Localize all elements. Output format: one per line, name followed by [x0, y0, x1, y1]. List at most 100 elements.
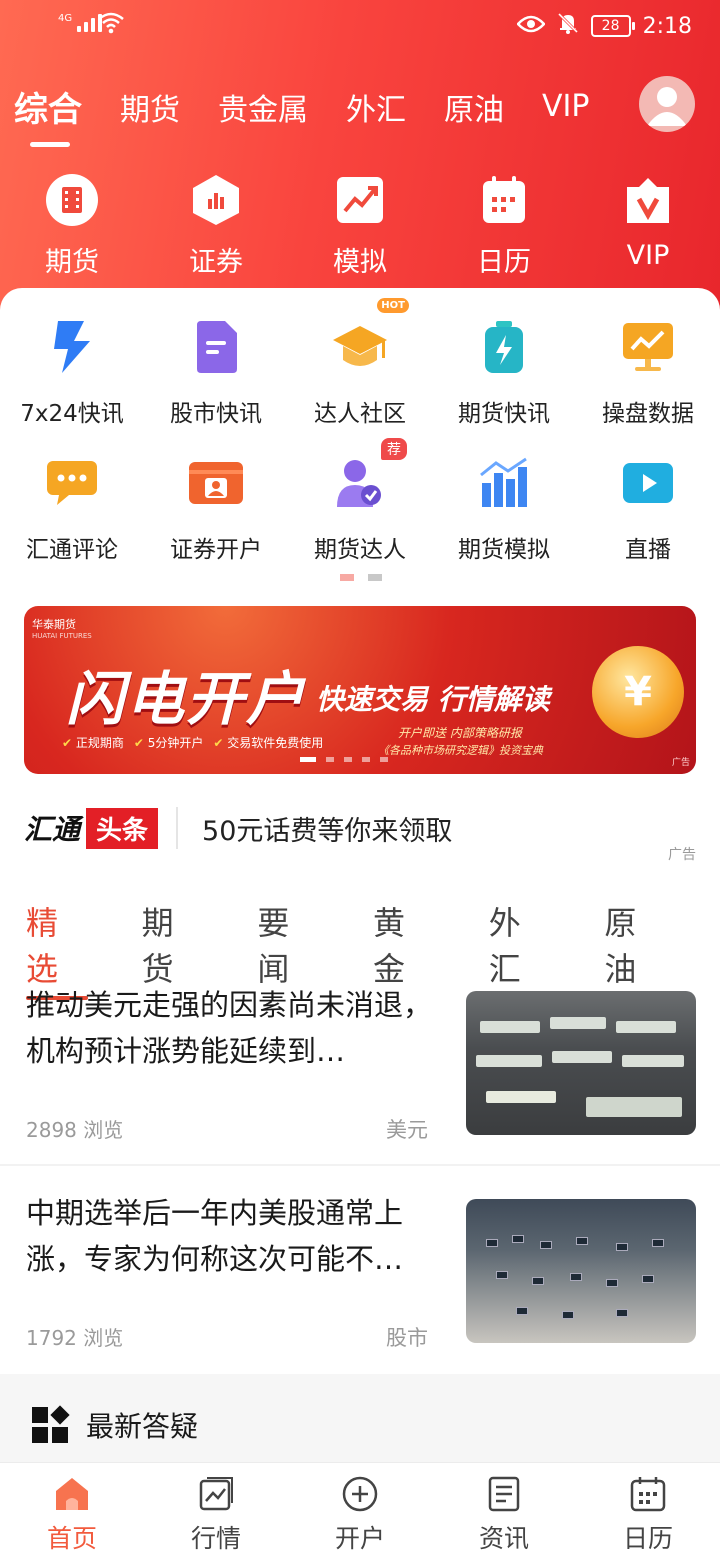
bottom-navigation: 首页 行情 开户 资讯 日历 — [0, 1462, 720, 1560]
banner-bullet: 5分钟开户 — [134, 734, 204, 751]
vip-icon — [620, 172, 676, 228]
grid-trading-data[interactable]: 操盘数据 — [576, 316, 720, 452]
page-dot — [368, 574, 382, 581]
article-title: 推动美元走强的因素尚未消退，机构预计涨势能延续到… — [26, 988, 433, 1068]
avatar[interactable] — [639, 76, 695, 132]
tab-vip[interactable]: VIP — [542, 89, 589, 124]
grid-futures-expert[interactable]: 荐 期货达人 — [288, 438, 432, 588]
id-card-icon — [185, 452, 247, 514]
nav-calendar[interactable]: 日历 — [576, 1463, 720, 1560]
news-article[interactable]: 推动美元走强的因素尚未消退，机构预计涨势能延续到… 2898 浏览 美元 — [0, 982, 720, 1182]
trend-icon — [332, 172, 388, 228]
quick-vip-label: VIP — [626, 240, 670, 271]
banner-dot — [326, 757, 334, 762]
document-icon — [185, 316, 247, 378]
news-tab-forex[interactable]: 外汇 — [489, 898, 551, 990]
banner-offer-line: 开户即送 内部策略研报 — [398, 726, 522, 740]
quick-simulate[interactable]: 模拟 — [288, 172, 432, 279]
clock: 2:18 — [642, 13, 692, 39]
nav-calendar-label: 日历 — [622, 1524, 673, 1553]
news-tab-gold[interactable]: 黄金 — [373, 898, 435, 990]
feature-grid: 7x24快讯 股市快讯 HOT 达人社区 期货快讯 操盘数据 汇通评论 证券开户… — [0, 298, 720, 588]
divider — [0, 1164, 720, 1166]
news-tab-futures[interactable]: 期货 — [142, 898, 204, 990]
bar-chart-icon — [188, 172, 244, 228]
article-views: 2898 浏览 — [26, 1118, 124, 1142]
quick-vip[interactable]: VIP — [576, 172, 720, 279]
lightning-icon — [41, 316, 103, 378]
grid-huitong-comment[interactable]: 汇通评论 — [0, 452, 144, 588]
promo-banner[interactable]: 华泰期货 HUATAI FUTURES 闪电开户 快速交易 行情解读 正规期商 … — [24, 606, 696, 774]
tab-zonghe[interactable]: 综合 — [14, 82, 82, 147]
grid-apps-icon — [32, 1405, 70, 1443]
grid-trading-data-label: 操盘数据 — [602, 401, 694, 427]
nav-market-label: 行情 — [190, 1524, 241, 1553]
grid-futures-simulate[interactable]: 期货模拟 — [432, 452, 576, 588]
plus-circle-icon — [342, 1476, 378, 1512]
nav-news[interactable]: 资讯 — [432, 1463, 576, 1560]
news-tabs: 精选 期货 要闻 黄金 外汇 原油 — [26, 898, 720, 1000]
graduation-cap-icon: HOT — [329, 298, 409, 378]
headline-logo: 汇通 — [24, 813, 81, 846]
chat-icon — [41, 452, 103, 514]
news-tab-headlines[interactable]: 要闻 — [257, 898, 319, 990]
tab-futures[interactable]: 期货 — [120, 85, 180, 129]
nav-market[interactable]: 行情 — [144, 1463, 288, 1560]
banner-brand-en: HUATAI FUTURES — [32, 632, 92, 640]
news-article[interactable]: 中期选举后一年内美股通常上涨，专家为何称这次可能不… 1792 浏览 股市 — [0, 1190, 720, 1390]
nav-open-account[interactable]: 开户 — [288, 1463, 432, 1560]
quick-calendar-label: 日历 — [477, 247, 531, 278]
banner-dot — [362, 757, 370, 762]
grid-huitong-comment-label: 汇通评论 — [26, 537, 118, 563]
article-thumbnail — [466, 1199, 696, 1343]
wifi-icon — [98, 12, 124, 38]
quick-calendar[interactable]: 日历 — [432, 172, 576, 279]
chart-icon — [199, 1477, 233, 1511]
banner-subtitle: 快速交易 行情解读 — [316, 683, 550, 716]
banner-title: 闪电开户 — [66, 665, 307, 733]
quick-securities[interactable]: 证券 — [144, 172, 288, 279]
banner-bullets: 正规期商 5分钟开户 交易软件免费使用 — [62, 734, 323, 751]
grid-securities-account[interactable]: 证券开户 — [144, 452, 288, 588]
network-type: 4G — [58, 13, 73, 24]
nav-news-label: 资讯 — [478, 1524, 529, 1553]
grid-expert-community[interactable]: HOT 达人社区 — [288, 298, 432, 452]
tab-precious-metals[interactable]: 贵金属 — [218, 85, 308, 129]
article-title: 中期选举后一年内美股通常上涨，专家为何称这次可能不… — [26, 1196, 404, 1276]
status-bar: 4G 28 2:18 — [0, 0, 720, 56]
article-tag: 美元 — [386, 1118, 428, 1142]
user-icon — [647, 87, 687, 126]
news-tab-featured[interactable]: 精选 — [26, 898, 88, 1000]
grid-7x24-news[interactable]: 7x24快讯 — [0, 316, 144, 452]
grid-live[interactable]: 直播 — [576, 452, 720, 588]
page-dot — [340, 574, 354, 581]
hot-badge: HOT — [377, 298, 409, 313]
grid-futures-expert-label: 期货达人 — [314, 537, 406, 563]
grid-futures-news-label: 期货快讯 — [458, 401, 550, 427]
grid-7x24-news-label: 7x24快讯 — [20, 401, 124, 427]
banner-offer-line-2: 《各品种市场研究逻辑》投资宝典 — [378, 744, 543, 757]
headline-text: 50元话费等你来领取 — [202, 815, 453, 847]
banner-bullet: 正规期商 — [62, 734, 124, 751]
article-thumbnail — [466, 991, 696, 1135]
divider — [176, 807, 179, 849]
quick-simulate-label: 模拟 — [333, 247, 387, 278]
bar-graph-icon — [473, 452, 535, 514]
grid-stock-news[interactable]: 股市快讯 — [144, 316, 288, 452]
grid-securities-account-label: 证券开户 — [170, 537, 262, 563]
calendar-icon — [630, 1477, 666, 1512]
tab-crude-oil[interactable]: 原油 — [444, 85, 504, 129]
news-tab-oil[interactable]: 原油 — [604, 898, 666, 990]
grid-futures-news[interactable]: 期货快讯 — [432, 316, 576, 452]
qa-title: 最新答疑 — [86, 1410, 199, 1443]
top-category-tabs: 综合 期货 贵金属 外汇 原油 VIP — [14, 82, 627, 147]
tab-forex[interactable]: 外汇 — [346, 85, 406, 129]
quick-futures[interactable]: 期货 — [0, 172, 144, 279]
news-icon — [488, 1476, 520, 1512]
headline-tag: 头条 — [86, 807, 159, 849]
banner-bullet: 交易软件免费使用 — [213, 734, 323, 751]
nav-home[interactable]: 首页 — [0, 1463, 144, 1560]
coin-icon: ¥ — [592, 646, 684, 738]
qa-header[interactable]: 最新答疑 — [32, 1405, 198, 1445]
headline-strip[interactable]: 汇通 头条 50元话费等你来领取 广告 — [24, 806, 696, 863]
